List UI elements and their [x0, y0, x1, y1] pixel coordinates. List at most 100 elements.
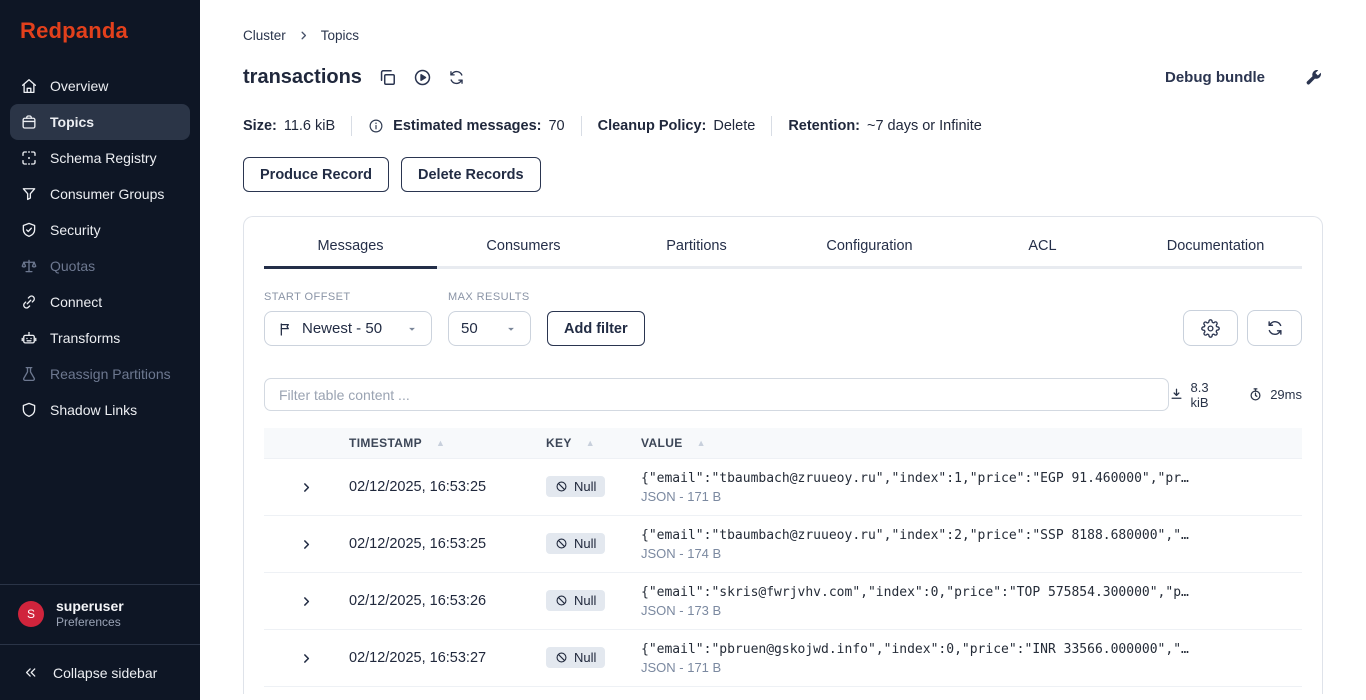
- flag-icon: [277, 321, 293, 337]
- page-title: transactions: [243, 66, 362, 88]
- expand-row-icon[interactable]: [299, 537, 314, 552]
- stat-value: 70: [548, 118, 565, 134]
- flask-icon: [20, 365, 38, 383]
- collapse-sidebar-button[interactable]: Collapse sidebar: [0, 645, 200, 700]
- table-settings-button[interactable]: [1183, 310, 1238, 346]
- stat-value: 11.6 kiB: [283, 118, 336, 134]
- tab-messages[interactable]: Messages: [264, 223, 437, 269]
- max-results-label: MAX RESULTS: [448, 291, 530, 303]
- shield-icon: [20, 401, 38, 419]
- stat-value: Delete: [713, 118, 756, 134]
- ban-icon: [555, 537, 568, 550]
- copy-topic-name-icon[interactable]: [378, 68, 397, 87]
- sidebar-item-shadow-links[interactable]: Shadow Links: [10, 392, 190, 428]
- start-offset-value: Newest - 50: [302, 320, 383, 337]
- stopwatch-icon: [1248, 387, 1263, 402]
- refresh-topic-icon[interactable]: [448, 69, 465, 86]
- tab-acl[interactable]: ACL: [956, 223, 1129, 269]
- tab-bar: Messages Consumers Partitions Configuration…: [264, 223, 1302, 269]
- sidebar-item-label: Schema Registry: [50, 150, 157, 166]
- topic-stats: Size: 11.6 kiB Estimated messages: 70 Cleanu…: [243, 116, 1323, 136]
- key-null-badge: Null: [546, 533, 606, 554]
- link-icon: [20, 293, 38, 311]
- table-row[interactable]: 02/12/2025, 16:53:26 Null {"email":"skris@…: [264, 573, 1302, 630]
- table-row[interactable]: 02/12/2025, 16:53:25 Null {"email":"tbaumb…: [264, 459, 1302, 516]
- sidebar-bottom: S superuser Preferences Collapse sidebar: [0, 583, 200, 700]
- sidebar-item-topics[interactable]: Topics: [10, 104, 190, 140]
- avatar: S: [18, 601, 44, 628]
- expand-row-icon[interactable]: [299, 651, 314, 666]
- delete-records-button[interactable]: Delete Records: [401, 157, 541, 192]
- row-timestamp: 02/12/2025, 16:53:25: [349, 536, 487, 552]
- stat-cleanup-policy: Cleanup Policy: Delete: [598, 118, 756, 134]
- sidebar-item-security[interactable]: Security: [10, 212, 190, 248]
- divider: [771, 116, 773, 136]
- max-results-value: 50: [461, 320, 478, 337]
- sidebar-item-transforms[interactable]: Transforms: [10, 320, 190, 356]
- add-filter-button[interactable]: Add filter: [547, 311, 645, 346]
- row-value-meta: JSON - 171 B: [641, 659, 722, 675]
- start-offset-select[interactable]: Newest - 50: [264, 311, 432, 346]
- refresh-icon: [1266, 319, 1284, 337]
- refresh-messages-button[interactable]: [1247, 310, 1302, 346]
- sidebar-item-consumer-groups[interactable]: Consumer Groups: [10, 176, 190, 212]
- user-menu[interactable]: S superuser Preferences: [0, 585, 200, 644]
- chevron-down-icon: [504, 322, 518, 336]
- expand-row-icon[interactable]: [299, 594, 314, 609]
- divider: [580, 116, 582, 136]
- row-timestamp: 02/12/2025, 16:53:27: [349, 650, 487, 666]
- filter-table-input[interactable]: [264, 378, 1169, 411]
- home-icon: [20, 77, 38, 95]
- tab-consumers[interactable]: Consumers: [437, 223, 610, 269]
- row-value-json: {"email":"pbruen@gskojwd.info","index":0…: [641, 641, 1189, 657]
- message-controls: START OFFSET Newest - 50 MAX RESULTS 50 …: [264, 291, 1302, 346]
- sidebar-item-connect[interactable]: Connect: [10, 284, 190, 320]
- table-row[interactable]: 02/12/2025, 16:53:27 Null {"email":"pbruen…: [264, 630, 1302, 687]
- expand-row-icon[interactable]: [299, 480, 314, 495]
- wrench-icon[interactable]: [1303, 68, 1323, 88]
- user-preferences-link[interactable]: Preferences: [56, 615, 124, 631]
- shield-check-icon: [20, 221, 38, 239]
- tab-partitions[interactable]: Partitions: [610, 223, 783, 269]
- topics-icon: [20, 113, 38, 131]
- user-name: superuser: [56, 597, 124, 614]
- breadcrumb-topics[interactable]: Topics: [321, 28, 359, 43]
- funnel-icon: [20, 185, 38, 203]
- info-icon: [368, 118, 384, 134]
- stat-size: Size: 11.6 kiB: [243, 118, 335, 134]
- table-row[interactable]: 02/12/2025, 16:53:25 Null {"email":"tbaumb…: [264, 516, 1302, 573]
- sidebar-item-reassign-partitions: Reassign Partitions: [10, 356, 190, 392]
- stat-estimated-messages: Estimated messages: 70: [368, 118, 565, 134]
- sidebar-item-overview[interactable]: Overview: [10, 68, 190, 104]
- row-timestamp: 02/12/2025, 16:53:26: [349, 593, 487, 609]
- stat-label: Cleanup Policy:: [597, 118, 707, 134]
- table-header: TIMESTAMP ▲ KEY ▲ VALUE ▲: [264, 428, 1302, 459]
- stat-label: Estimated messages:: [393, 118, 542, 134]
- fetched-size: 8.3 kiB: [1190, 379, 1209, 410]
- breadcrumb-cluster[interactable]: Cluster: [243, 28, 286, 43]
- key-null-badge: Null: [546, 647, 606, 668]
- tab-documentation[interactable]: Documentation: [1129, 223, 1302, 269]
- chevron-down-icon: [405, 322, 419, 336]
- column-header-value[interactable]: VALUE ▲: [641, 436, 1302, 450]
- sidebar-nav: Overview Topics Schema Registry Consumer Gr…: [0, 68, 200, 428]
- gear-icon: [1201, 318, 1220, 338]
- max-results-select[interactable]: 50: [448, 311, 531, 346]
- redpanda-logo[interactable]: Redpanda: [0, 0, 200, 68]
- debug-bundle-link[interactable]: Debug bundle: [1165, 69, 1265, 86]
- column-header-key[interactable]: KEY ▲: [546, 436, 641, 450]
- messages-table: TIMESTAMP ▲ KEY ▲ VALUE ▲ 02/12/2025, 16:53…: [264, 428, 1302, 687]
- sidebar-item-label: Connect: [50, 294, 103, 310]
- topic-actions: Produce Record Delete Records: [243, 157, 1323, 192]
- column-header-timestamp[interactable]: TIMESTAMP ▲: [349, 436, 546, 450]
- produce-record-button[interactable]: Produce Record: [243, 157, 389, 192]
- sidebar: Redpanda Overview Topics Schema Registry Co…: [0, 0, 200, 700]
- sidebar-item-schema-registry[interactable]: Schema Registry: [10, 140, 190, 176]
- tab-configuration[interactable]: Configuration: [783, 223, 956, 269]
- sidebar-item-label: Reassign Partitions: [50, 366, 171, 382]
- table-body: 02/12/2025, 16:53:25 Null {"email":"tbaumb…: [264, 459, 1302, 687]
- row-timestamp: 02/12/2025, 16:53:25: [349, 479, 487, 495]
- row-value-meta: JSON - 173 B: [641, 602, 722, 618]
- ban-icon: [555, 651, 568, 664]
- play-circle-icon[interactable]: [413, 68, 432, 87]
